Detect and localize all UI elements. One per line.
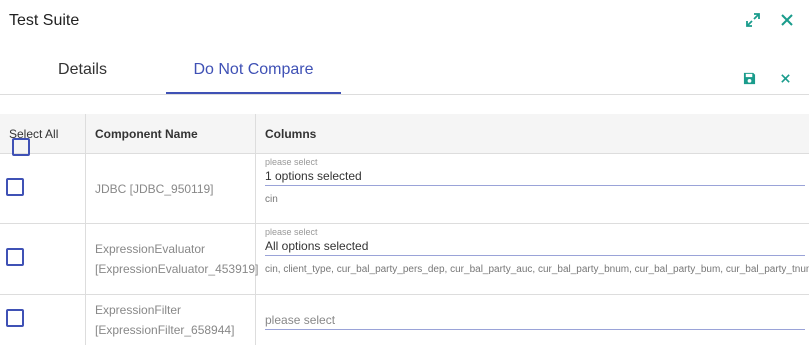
component-name: ExpressionFilter xyxy=(95,303,182,317)
table-row: ExpressionEvaluator [ExpressionEvaluator… xyxy=(0,224,809,295)
table-row: ExpressionFilter [ExpressionFilter_65894… xyxy=(0,295,809,345)
column-header-columns: Columns xyxy=(265,126,317,141)
dialog-title: Test Suite xyxy=(9,12,80,29)
tab-actions xyxy=(739,68,795,88)
component-id: [ExpressionEvaluator_453919] xyxy=(95,262,259,276)
tab-do-not-compare[interactable]: Do Not Compare xyxy=(166,48,341,94)
save-icon[interactable] xyxy=(739,68,759,88)
row-checkbox[interactable] xyxy=(6,309,24,327)
select-all-cell: Select All xyxy=(0,114,86,156)
component-name: ExpressionEvaluator xyxy=(95,242,206,256)
columns-select-placeholder: please select xyxy=(265,157,318,167)
columns-select[interactable]: 1 options selected xyxy=(265,167,805,186)
row-checkbox[interactable] xyxy=(6,178,24,196)
selected-columns: cin, client_type, cur_bal_party_pers_dep… xyxy=(265,264,809,275)
table-row: JDBC [JDBC_950119] please select 1 optio… xyxy=(0,154,809,224)
row-checkbox[interactable] xyxy=(6,248,24,266)
component-name: JDBC [JDBC_950119] xyxy=(95,181,214,196)
columns-select-placeholder: please select xyxy=(265,227,318,237)
do-not-compare-table: Select All Component Name Columns JDBC [… xyxy=(0,114,809,345)
selected-columns: cin xyxy=(265,194,278,205)
component-id: [ExpressionFilter_658944] xyxy=(95,323,235,337)
window-controls xyxy=(743,10,797,30)
table-header: Select All Component Name Columns xyxy=(0,114,809,156)
close-icon[interactable] xyxy=(777,10,797,30)
column-header-component: Component Name xyxy=(86,114,256,153)
columns-select[interactable]: please select xyxy=(265,311,805,330)
tab-bar: Details Do Not Compare xyxy=(0,48,809,95)
tab-details[interactable]: Details xyxy=(0,48,165,92)
cancel-icon[interactable] xyxy=(775,68,795,88)
columns-select[interactable]: All options selected xyxy=(265,237,805,256)
expand-icon[interactable] xyxy=(743,10,763,30)
